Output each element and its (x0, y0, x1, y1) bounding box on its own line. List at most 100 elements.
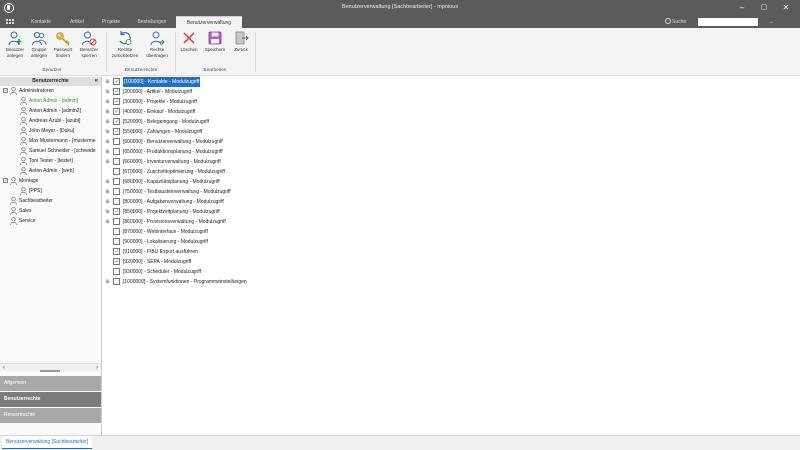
section-benutzerrechte[interactable]: Benutzerrechte (0, 392, 101, 407)
tree-group-administratoren[interactable]: − Administratoren (3, 86, 54, 96)
tree-group-label: Montage (19, 178, 39, 184)
tree-user-item[interactable]: Anton Admin - [admin2] (20, 106, 102, 116)
rights-checkbox[interactable] (113, 218, 120, 225)
tree-group-sachbearbeiter[interactable]: Sachbearbeiter (10, 196, 53, 206)
tree-user-item[interactable]: [PPS] (20, 186, 42, 196)
rights-checkbox[interactable] (113, 87, 120, 97)
tab-artikel[interactable]: Artikel (60, 16, 94, 28)
collapse-panel-icon[interactable]: « (95, 77, 98, 86)
user-create-button[interactable]: Benutzer anlegen (2, 30, 28, 64)
tree-user-item[interactable]: Samuel Schneider - [schneide (20, 146, 102, 156)
expand-node-icon[interactable]: ⊞ (105, 220, 110, 225)
rights-checkbox[interactable] (113, 158, 120, 165)
rights-label: [550000] - Zahlungen - Modulzugriff (123, 129, 203, 135)
section-allgemein[interactable]: Allgemein (0, 376, 101, 391)
ribbon-toolbar: Benutzer anlegen Gruppe anlegen Passwort… (0, 28, 800, 76)
back-button[interactable]: Zurück (228, 30, 254, 64)
tree-user-item[interactable]: Max Mustermann - [musterme (20, 136, 102, 146)
rights-label: [680000] - Kapazitätsplanung - Modulzugr… (123, 179, 220, 185)
save-button[interactable]: Speichern (202, 30, 228, 64)
tree-user-item[interactable]: Andreas Azubi - [azubi] (20, 116, 102, 126)
expand-node-icon[interactable]: ⊞ (105, 80, 110, 85)
expand-node-icon[interactable]: ⊞ (105, 200, 110, 205)
tab-kontakte[interactable]: Kontakte (22, 16, 60, 28)
user-lock-button[interactable]: Benutzer sperren (76, 30, 102, 64)
window-title: Benutzerverwaltung [Sachbearbeiter] - mp… (341, 4, 459, 10)
tab-bar: Kontakte Artikel Projekte Bestellungen B… (0, 16, 800, 28)
rights-label: [600000] - Benutzerverwaltung - Modulzug… (123, 139, 223, 145)
rights-checkbox[interactable] (113, 168, 120, 175)
scroll-left-icon[interactable]: ‹ (3, 364, 5, 372)
tab-bestellungen[interactable]: Bestellungen (128, 16, 176, 28)
rights-checkbox[interactable] (113, 97, 120, 107)
ribbon-group-label: Bearbeiten (203, 68, 227, 73)
horizontal-scrollbar[interactable]: ‹ › (0, 363, 101, 372)
group-create-button[interactable]: Gruppe anlegen (26, 30, 52, 64)
tab-projekte[interactable]: Projekte (94, 16, 128, 28)
rights-checkbox[interactable] (113, 198, 120, 205)
rights-checkbox[interactable] (113, 278, 120, 285)
app-menu-icon[interactable] (6, 19, 14, 25)
exit-door-icon (235, 31, 249, 45)
expand-node-icon[interactable]: ⊞ (105, 90, 110, 95)
user-icon (20, 136, 27, 145)
rights-checkbox[interactable] (113, 178, 120, 185)
tree-group-sales[interactable]: Sales (10, 206, 32, 216)
rights-checkbox[interactable] (113, 117, 120, 127)
rights-transfer-button[interactable]: Rechte übertragen (142, 30, 172, 64)
password-change-label-2: ändern (55, 52, 70, 58)
delete-button[interactable]: Löschen (176, 30, 202, 64)
collapse-node-icon[interactable]: − (3, 88, 8, 94)
user-icon (20, 166, 27, 175)
group-icon (10, 176, 17, 185)
search-input[interactable] (698, 18, 758, 26)
rights-checkbox[interactable] (113, 77, 120, 87)
rights-checkbox[interactable] (113, 188, 120, 195)
expand-node-icon[interactable]: ⊞ (105, 190, 110, 195)
tree-user-item[interactable]: Anton Admin - [admin] (20, 96, 102, 106)
tree-user-item[interactable]: Toni Tester - [tester] (20, 156, 102, 166)
rights-reset-button[interactable]: Rechte zurücksetzen (110, 30, 140, 64)
document-tab[interactable]: Benutzerverwaltung [Sachbearbeiter] (2, 436, 93, 449)
tree-group-montage[interactable]: − Montage (3, 176, 38, 186)
expand-node-icon[interactable]: ⊞ (105, 180, 110, 185)
forward-arrow-icon[interactable]: → (768, 18, 776, 26)
delete-x-icon (183, 32, 195, 44)
minimize-icon[interactable]: – (736, 3, 748, 13)
collapse-node-icon[interactable]: − (3, 178, 8, 184)
expand-node-icon[interactable]: ⊞ (105, 280, 110, 285)
tree-group-label: Sachbearbeiter (19, 198, 53, 204)
scroll-thumb[interactable] (40, 370, 60, 372)
rights-checkbox[interactable] (113, 228, 120, 235)
expand-node-icon[interactable]: ⊞ (105, 100, 110, 105)
expand-node-icon[interactable]: ⊞ (105, 140, 110, 145)
rights-checkbox[interactable] (113, 207, 120, 217)
expand-node-icon[interactable]: ⊞ (105, 150, 110, 155)
search-icon (665, 18, 671, 24)
rights-checkbox[interactable] (113, 268, 120, 275)
close-icon[interactable]: ✕ (780, 3, 792, 13)
rights-checkbox[interactable] (113, 148, 120, 155)
expand-node-icon[interactable]: ⊞ (105, 110, 110, 115)
status-bar: Benutzerverwaltung [Sachbearbeiter] (0, 435, 800, 450)
password-change-button[interactable]: Passwort ändern (50, 30, 76, 64)
rights-checkbox[interactable] (113, 107, 120, 117)
expand-node-icon[interactable]: ⊞ (105, 130, 110, 135)
section-ressortrechte[interactable]: Ressortrechte (0, 408, 101, 423)
scroll-right-icon[interactable]: › (96, 364, 98, 372)
tree-user-label: Anton Admin - [web] (29, 168, 74, 174)
tree-user-item[interactable]: Anton Admin - [web] (20, 166, 102, 176)
maximize-icon[interactable]: ▢ (758, 3, 770, 13)
rights-checkbox[interactable] (113, 138, 120, 145)
rights-checkbox[interactable] (113, 127, 120, 137)
tree-group-service[interactable]: Service (10, 216, 36, 226)
rights-checkbox[interactable] (113, 238, 120, 245)
rights-checkbox[interactable] (113, 257, 120, 267)
expand-node-icon[interactable]: ⊞ (105, 120, 110, 125)
rights-checkbox[interactable] (113, 247, 120, 257)
tab-benutzerverwaltung[interactable]: Benutzerverwaltung (176, 16, 242, 28)
tree-user-item[interactable]: John Meyer - [Doku] (20, 126, 102, 136)
rights-label: [920000] - SEPA - Modulzugriff (123, 259, 192, 265)
expand-node-icon[interactable]: ⊞ (105, 210, 110, 215)
expand-node-icon[interactable]: ⊞ (105, 160, 110, 165)
